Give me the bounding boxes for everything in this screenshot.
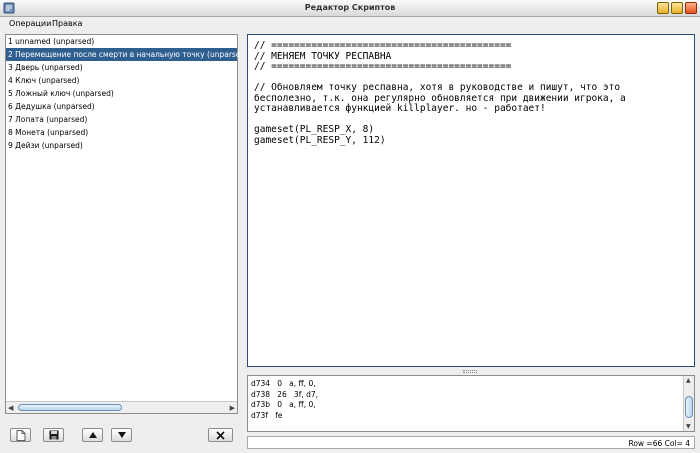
script-list-panel: 1 unnamed (unparsed) 2 Перемещение после … xyxy=(5,34,248,414)
output-line: d738 26 3f, d7, xyxy=(251,389,319,399)
splitter-grip-icon xyxy=(463,370,477,373)
script-list-item[interactable]: 3 Дверь (unparsed) xyxy=(6,61,237,74)
scroll-up-icon[interactable]: ▲ xyxy=(686,377,691,384)
code-line: // Обновляем точку респавна, хотя в руко… xyxy=(254,82,621,93)
close-window-button[interactable] xyxy=(685,2,697,14)
script-list-item[interactable]: 7 Лопата (unparsed) xyxy=(6,113,237,126)
floppy-disk-icon xyxy=(49,430,58,440)
scroll-left-icon[interactable]: ◀ xyxy=(8,404,13,412)
new-script-button[interactable] xyxy=(10,428,31,442)
status-bar: Row =66 Col= 4 xyxy=(247,436,695,449)
output-vertical-scrollbar[interactable]: ▲ ▼ xyxy=(683,376,694,431)
move-up-button[interactable] xyxy=(82,428,103,442)
script-list-item[interactable]: 6 Дедушка (unparsed) xyxy=(6,100,237,113)
scroll-down-icon[interactable]: ▼ xyxy=(686,423,691,430)
scrollbar-thumb[interactable] xyxy=(18,404,122,411)
maximize-button[interactable] xyxy=(671,2,683,14)
code-line: gameset(PL_RESP_Y, 112) xyxy=(254,134,386,146)
horizontal-splitter[interactable] xyxy=(247,368,695,375)
output-line: d734 0 a, ff, 0, xyxy=(251,379,316,388)
output-lines: d734 0 a, ff, 0, d738 26 3f, d7, d73b 0 a,… xyxy=(251,379,318,421)
code-line: // =====================================… xyxy=(254,61,512,72)
minimize-button[interactable] xyxy=(657,2,669,14)
output-line: d73f fe xyxy=(251,410,283,420)
code-line: устанавливается функцией killplayer. но … xyxy=(254,103,546,114)
horizontal-scrollbar[interactable]: ◀ ▶ xyxy=(6,401,237,413)
script-list-item[interactable]: 1 unnamed (unparsed) xyxy=(6,35,237,48)
cursor-position: Row =66 Col= 4 xyxy=(628,439,690,448)
arrow-down-icon xyxy=(117,432,126,438)
scroll-right-icon[interactable]: ▶ xyxy=(230,404,235,412)
vertical-splitter[interactable] xyxy=(240,34,246,449)
bytecode-output[interactable]: d734 0 a, ff, 0, d738 26 3f, d7, d73b 0 a,… xyxy=(247,375,695,432)
output-line: d73b 0 a, ff, 0, xyxy=(251,400,316,409)
script-list-item[interactable]: 5 Ложный ключ (unparsed) xyxy=(6,87,237,100)
menu-operations[interactable]: Операции xyxy=(9,19,51,28)
arrow-up-icon xyxy=(88,432,97,438)
window-title: Редактор Скриптов xyxy=(304,3,396,12)
script-list-item[interactable]: 9 Дейзи (unparsed) xyxy=(6,139,237,152)
delete-x-icon xyxy=(216,430,225,440)
code-line: gameset(PL_RESP_X, 8) xyxy=(254,124,375,135)
script-list: 1 unnamed (unparsed) 2 Перемещение после … xyxy=(6,35,248,152)
menu-bar: Операции Правка xyxy=(0,17,700,32)
save-button[interactable] xyxy=(43,428,64,442)
delete-script-button[interactable] xyxy=(208,428,233,442)
code-editor[interactable]: // =====================================… xyxy=(247,34,695,367)
new-document-icon xyxy=(16,429,25,441)
script-list-item[interactable]: 8 Монета (unparsed) xyxy=(6,126,237,139)
code-text[interactable]: // =====================================… xyxy=(254,40,690,146)
script-list-item[interactable]: 4 Ключ (unparsed) xyxy=(6,74,237,87)
code-line: // =====================================… xyxy=(254,40,512,51)
title-bar: Редактор Скриптов xyxy=(0,0,700,17)
output-scrollbar-thumb[interactable] xyxy=(685,396,693,418)
menu-edit[interactable]: Правка xyxy=(52,19,82,28)
move-down-button[interactable] xyxy=(111,428,132,442)
script-list-item[interactable]: 2 Перемещение после смерти в начальную т… xyxy=(6,48,248,61)
